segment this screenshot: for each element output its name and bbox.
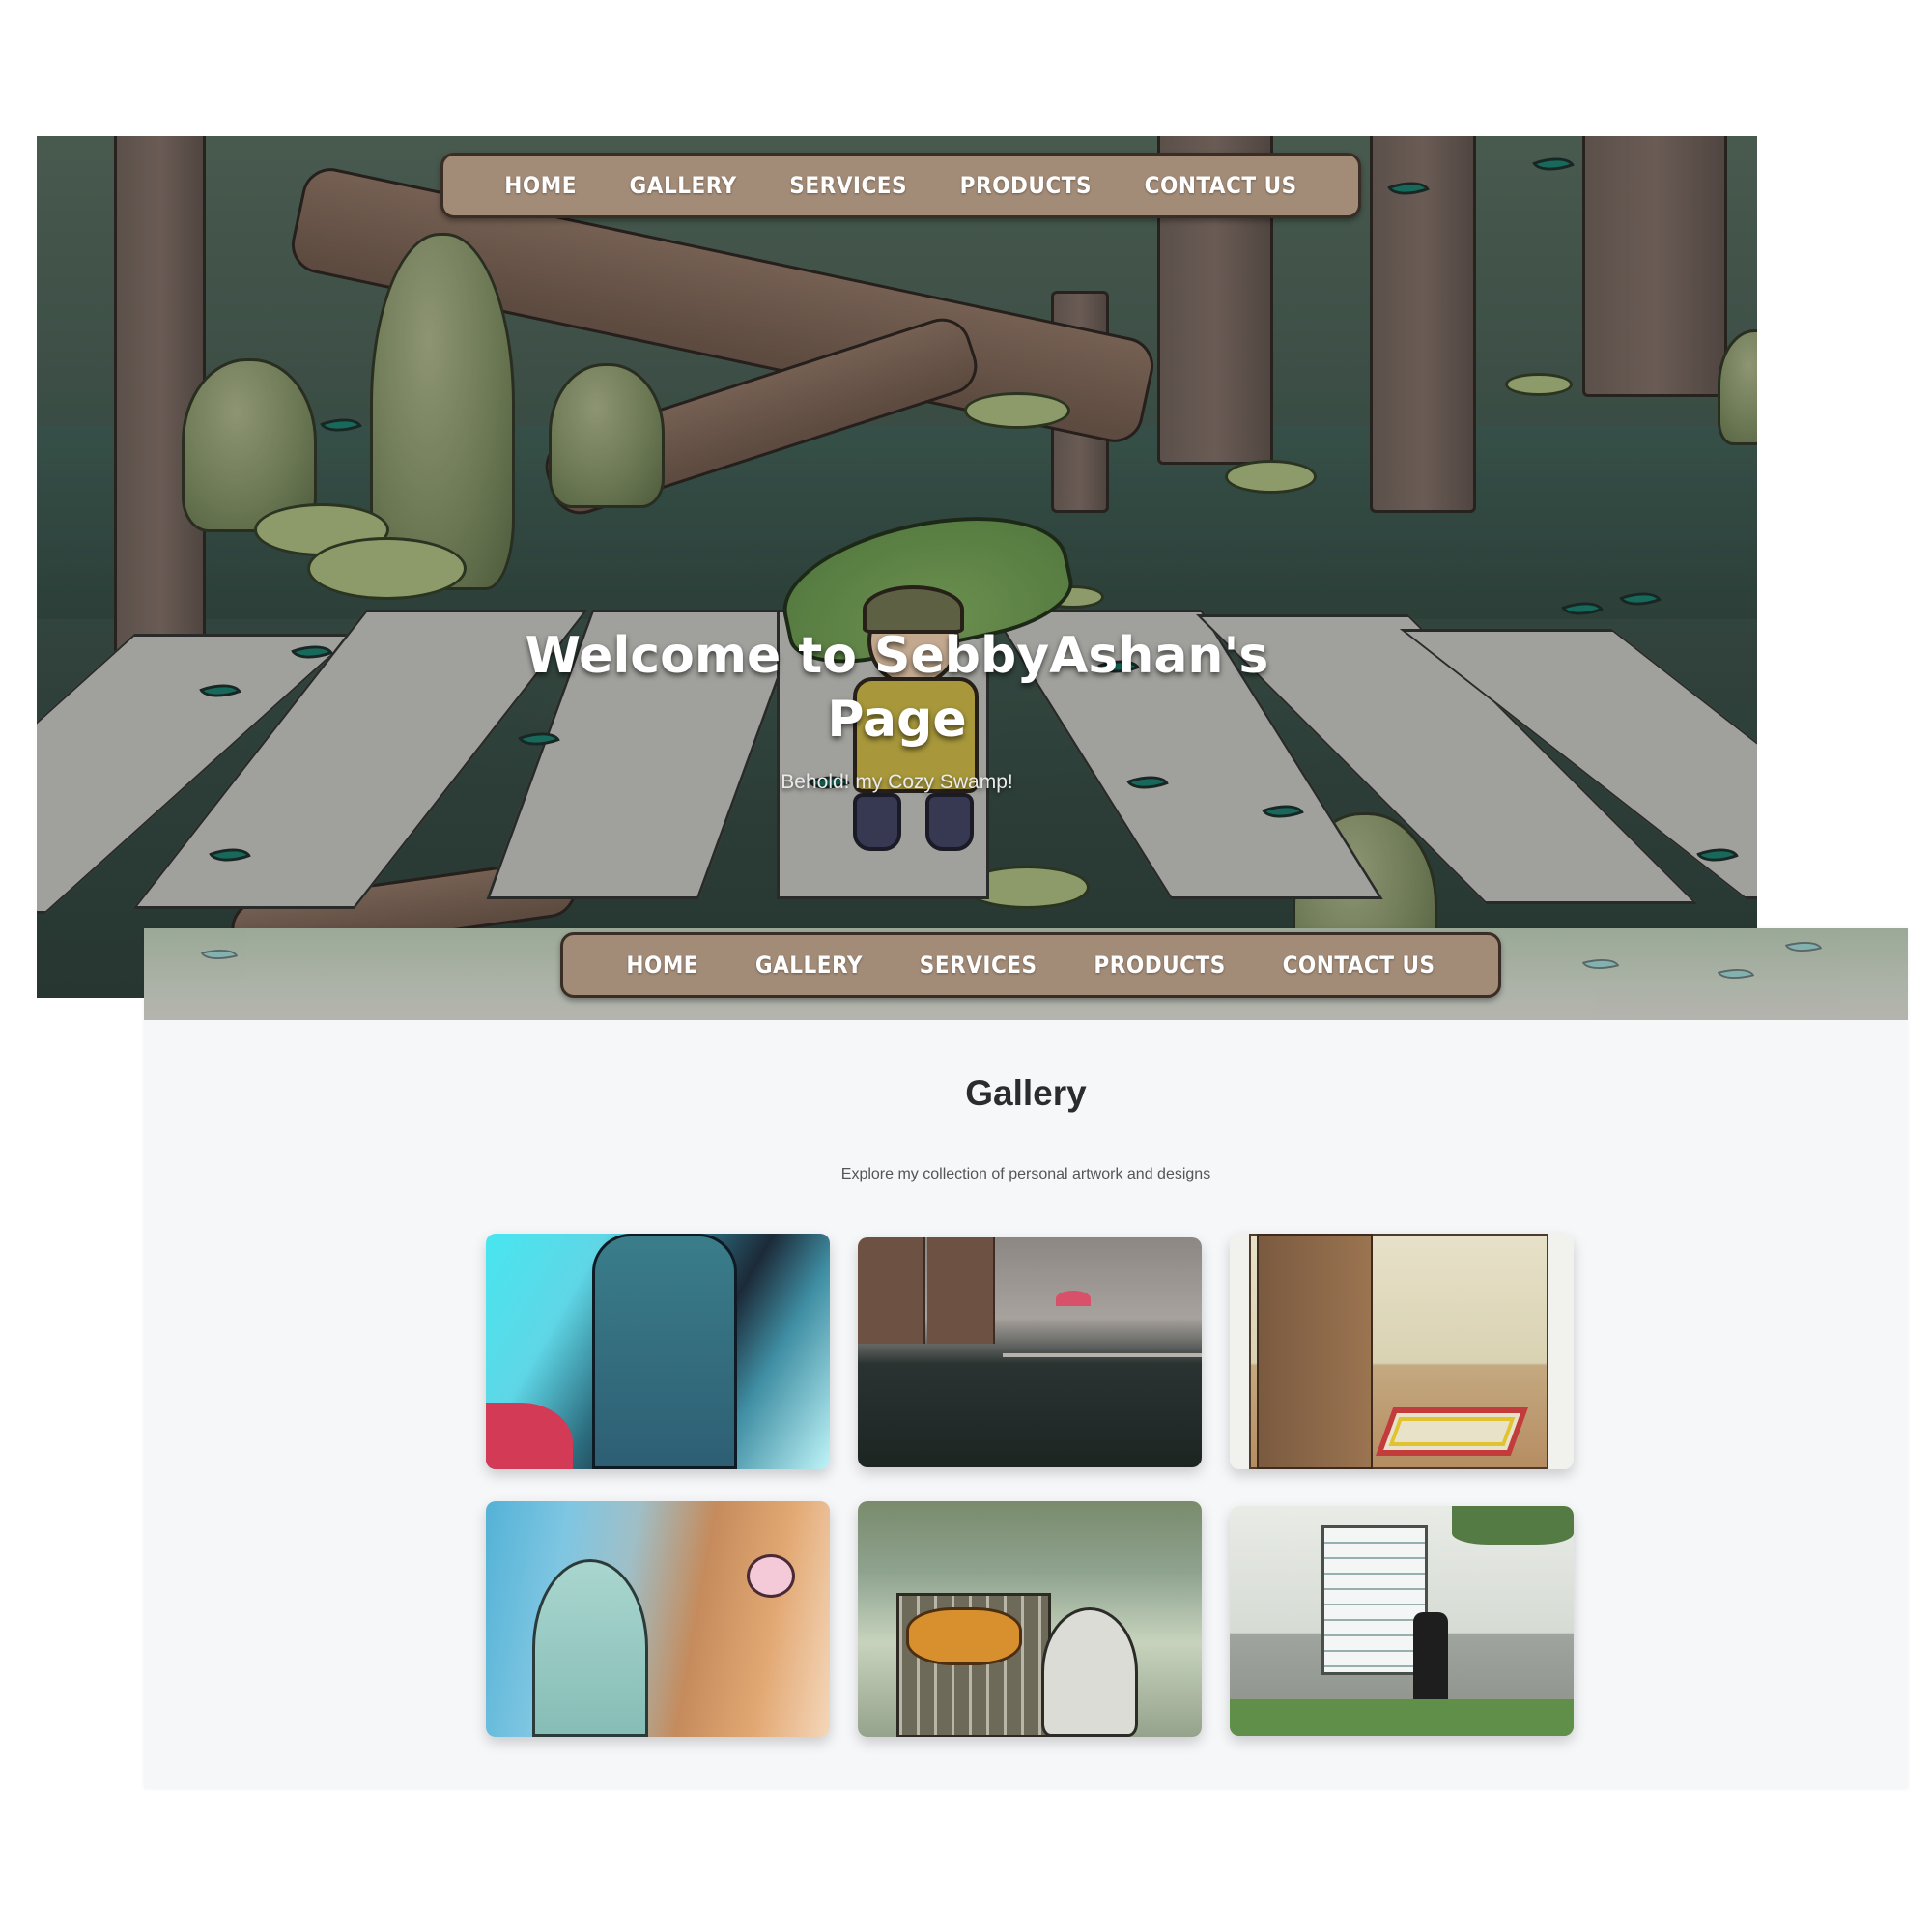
gallery-card[interactable] <box>486 1234 830 1469</box>
nav-gallery[interactable]: GALLERY <box>755 952 863 979</box>
gallery-grid <box>486 1234 1577 1737</box>
hero-title: Welcome to SebbyAshan's Page <box>37 624 1757 752</box>
hero-overlay <box>37 136 1757 998</box>
gallery-card[interactable] <box>1230 1506 1574 1736</box>
gallery-navbar: HOME GALLERY SERVICES PRODUCTS CONTACT U… <box>560 932 1501 998</box>
gallery-card[interactable] <box>1230 1234 1574 1469</box>
gallery-card[interactable] <box>486 1501 830 1737</box>
gallery-subtitle: Explore my collection of personal artwor… <box>840 1166 1211 1182</box>
nav-products[interactable]: PRODUCTS <box>960 172 1092 199</box>
hero-subtitle: Behold! my Cozy Swamp! <box>781 771 1013 793</box>
falling-leaf <box>1784 935 1823 958</box>
hero-navbar: HOME GALLERY SERVICES PRODUCTS CONTACT U… <box>440 153 1361 218</box>
hero-section: Welcome to SebbyAshan's Page Behold! my … <box>37 136 1757 998</box>
hero-title-line2: Page <box>827 691 967 749</box>
artwork-image <box>858 1501 1202 1737</box>
artwork-image <box>486 1501 830 1737</box>
gallery-card[interactable] <box>858 1501 1202 1737</box>
gallery-card[interactable] <box>858 1237 1202 1467</box>
artwork-image <box>1230 1234 1574 1469</box>
nav-home[interactable]: HOME <box>504 172 577 199</box>
artwork-image <box>858 1237 1202 1467</box>
artwork-image <box>1230 1506 1574 1736</box>
falling-leaf <box>1717 962 1755 985</box>
gallery-page: Gallery Explore my collection of persona… <box>144 928 1908 1789</box>
hero-title-line1: Welcome to SebbyAshan's <box>525 627 1269 685</box>
nav-contact-us[interactable]: CONTACT US <box>1145 172 1297 199</box>
nav-services[interactable]: SERVICES <box>920 952 1037 979</box>
nav-home[interactable]: HOME <box>626 952 698 979</box>
artwork-image <box>486 1234 830 1469</box>
falling-leaf <box>200 943 239 966</box>
nav-gallery[interactable]: GALLERY <box>630 172 737 199</box>
nav-services[interactable]: SERVICES <box>789 172 907 199</box>
nav-contact-us[interactable]: CONTACT US <box>1283 952 1435 979</box>
gallery-title: Gallery <box>965 1073 1087 1113</box>
falling-leaf <box>1581 952 1620 976</box>
nav-products[interactable]: PRODUCTS <box>1094 952 1225 979</box>
